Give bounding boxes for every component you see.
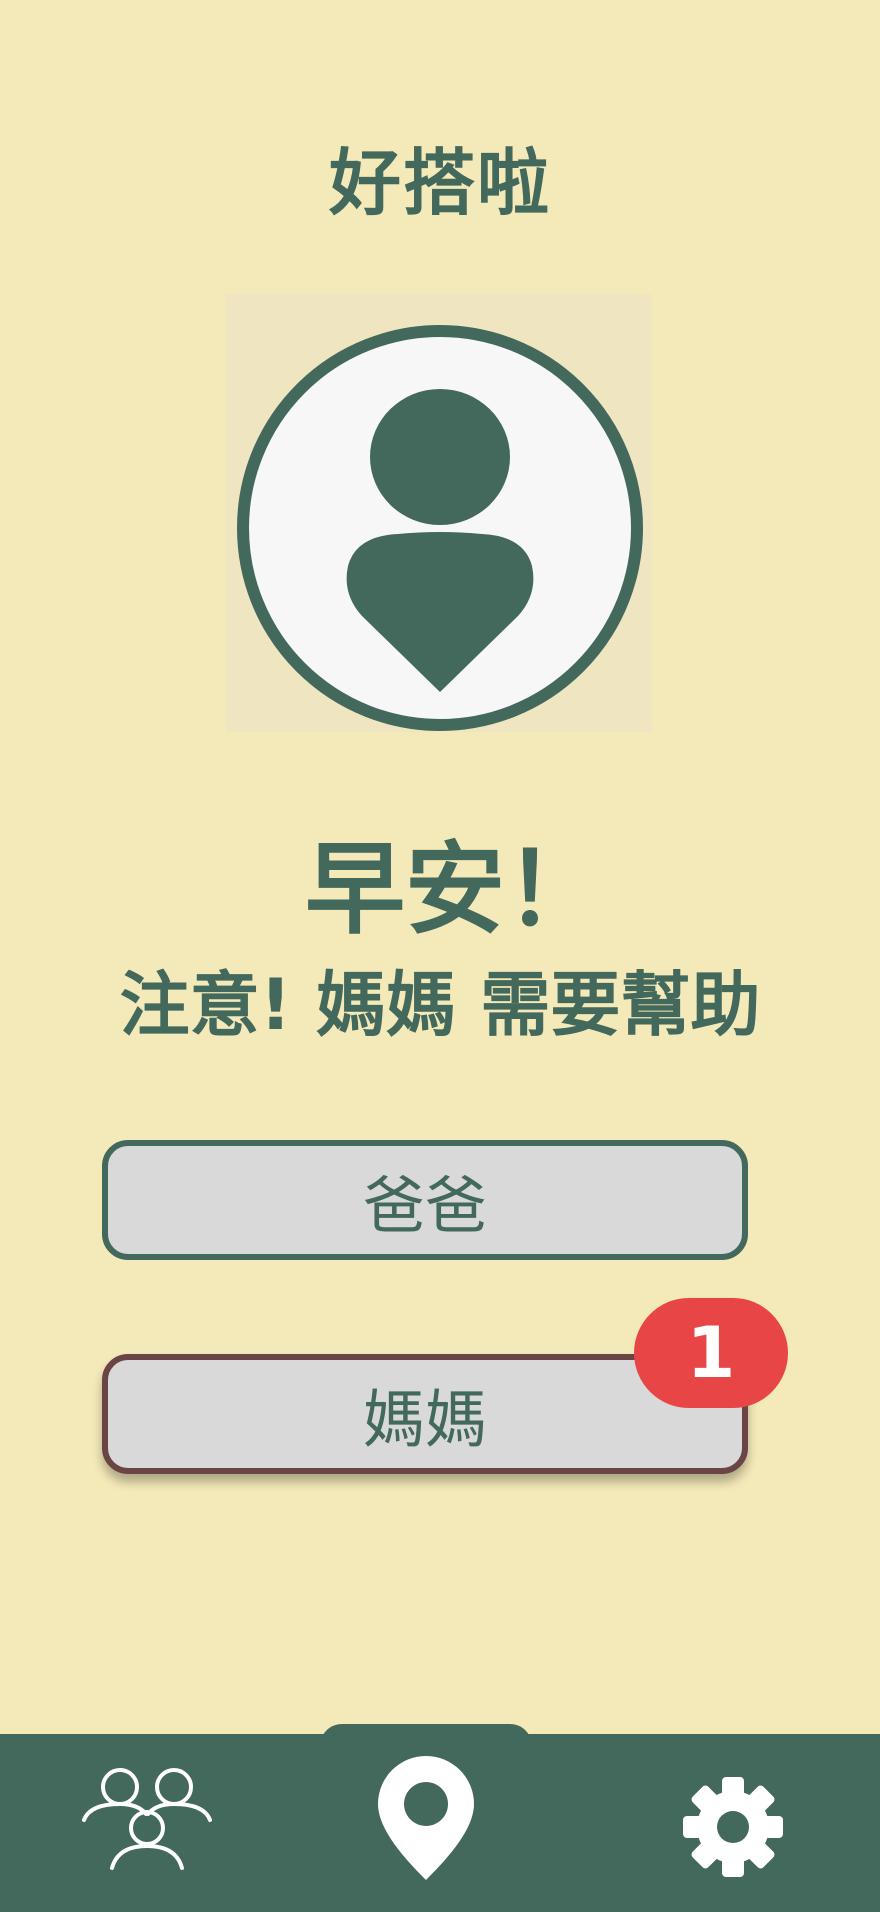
members-icon	[82, 1768, 212, 1870]
app-title: 好搭啦	[328, 141, 551, 225]
avatar	[226, 294, 652, 732]
gear-icon	[683, 1777, 783, 1877]
location-pin-icon	[378, 1756, 474, 1880]
member-button-dad[interactable]: 爸爸	[102, 1140, 748, 1260]
nav-members-button[interactable]	[80, 1764, 214, 1874]
nav-settings-button[interactable]	[680, 1774, 786, 1880]
user-avatar-icon	[237, 325, 643, 731]
nav-location-button[interactable]	[372, 1756, 480, 1882]
notification-badge: 1	[634, 1298, 788, 1408]
alert-message: 注意! 媽媽 需要幫助	[119, 964, 761, 1046]
greeting-text: 早安！	[305, 831, 605, 948]
